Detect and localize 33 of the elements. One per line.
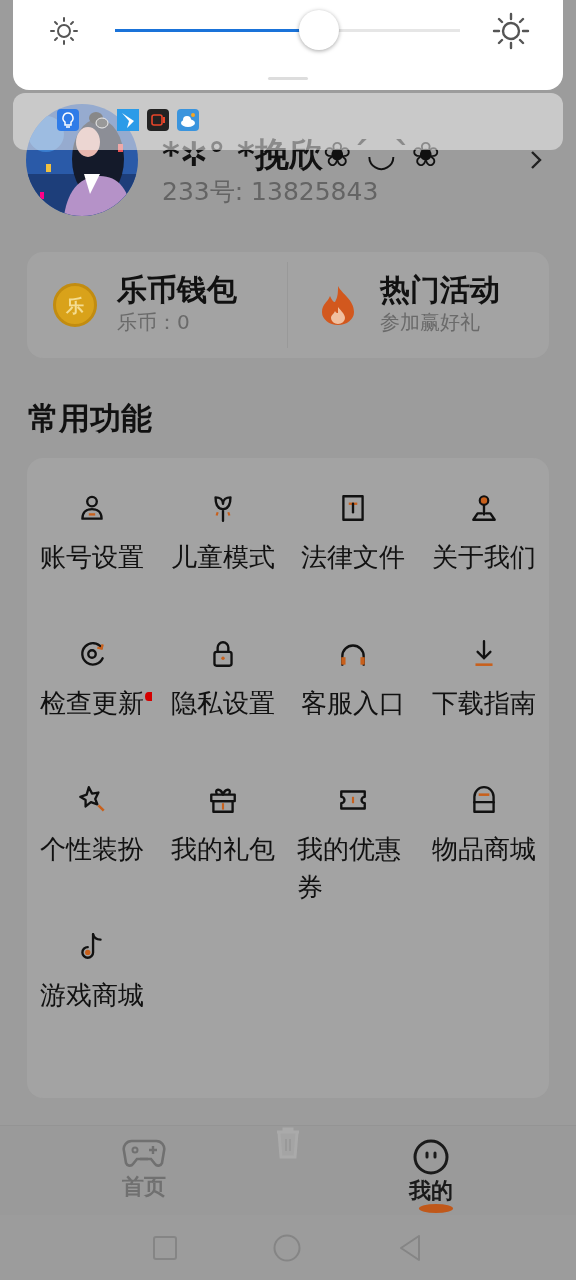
- feature-label[interactable]: 下载指南: [427, 684, 540, 722]
- user-id: 233号: 13825843: [162, 177, 380, 207]
- feature-label[interactable]: 隐私设置: [166, 684, 279, 722]
- feature-label[interactable]: 个性装扮: [36, 830, 149, 868]
- feature-label[interactable]: 游戏商城: [36, 976, 149, 1014]
- feature-label[interactable]: 关于我们: [427, 538, 540, 576]
- feature-label[interactable]: 账号设置: [36, 538, 149, 576]
- fire-icon: [319, 285, 356, 325]
- slider-thumb[interactable]: [298, 10, 339, 50]
- feature-label[interactable]: 客服入口: [297, 684, 410, 722]
- face-icon: [412, 1138, 450, 1176]
- feature-label[interactable]: 我的优惠券: [297, 830, 410, 906]
- weather-app-icon[interactable]: [177, 109, 199, 131]
- record-app-icon[interactable]: [147, 109, 169, 131]
- brightness-low-icon: [49, 16, 79, 46]
- wallet-item-subtitle: 参加赢好礼: [379, 309, 481, 337]
- feature-label[interactable]: 检查更新: [36, 684, 149, 722]
- feature-label[interactable]: 儿童模式: [166, 538, 279, 576]
- chevron-right-icon[interactable]: [530, 150, 542, 170]
- gamepad-icon: [122, 1138, 166, 1170]
- section-title: 常用功能: [28, 400, 153, 436]
- bulb-app-icon[interactable]: [57, 109, 79, 131]
- wallet-item-title[interactable]: 乐币钱包: [117, 272, 237, 308]
- arrow-app-icon[interactable]: [117, 109, 139, 131]
- coin-icon: 乐: [53, 283, 97, 327]
- user-name: *✲° *挽欣❀´◡`❀: [162, 137, 441, 171]
- feature-label[interactable]: 物品商城: [427, 830, 540, 868]
- feature-label[interactable]: 我的礼包: [166, 830, 279, 868]
- wallet-item-title[interactable]: 热门活动: [379, 272, 500, 308]
- brightness-high-icon: [492, 12, 530, 50]
- drag-handle[interactable]: [268, 77, 308, 80]
- wallet-item-subtitle: 乐币：0: [117, 309, 191, 337]
- feature-label[interactable]: 法律文件: [297, 538, 410, 576]
